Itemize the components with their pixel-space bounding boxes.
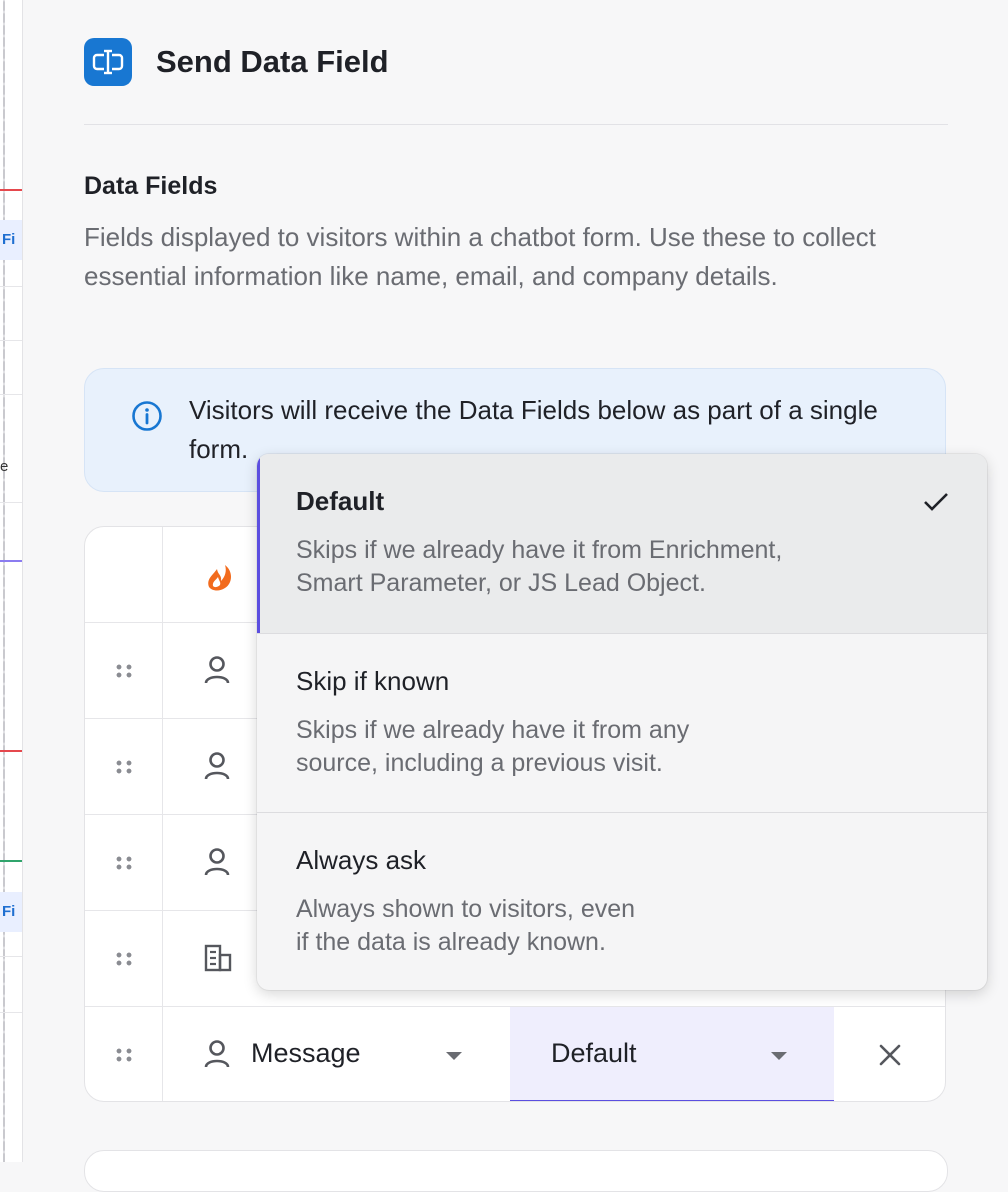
ask-mode-select[interactable]: Default	[510, 1007, 834, 1101]
option-description: Skips if we already have it from any	[296, 716, 690, 744]
next-section-card	[84, 1150, 948, 1192]
person-icon	[204, 656, 230, 684]
drag-handle-icon[interactable]	[114, 759, 134, 775]
option-always-ask[interactable]: Always ask Always shown to visitors, eve…	[257, 813, 987, 990]
canvas-green-connector	[0, 860, 22, 862]
option-title: Always ask	[296, 845, 427, 875]
option-title: Default	[296, 486, 385, 516]
drag-handle-icon[interactable]	[114, 855, 134, 871]
panel-header: Send Data Field	[84, 38, 389, 86]
option-title: Skip if known	[296, 666, 450, 696]
canvas-cell-line	[0, 502, 22, 503]
flame-logo-icon	[208, 565, 231, 591]
canvas-red-connector	[0, 750, 22, 752]
canvas-purple-connector	[0, 560, 22, 562]
column-divider	[162, 815, 163, 911]
option-default[interactable]: Default Skips if we already have it from…	[257, 454, 987, 633]
canvas-cell-line	[0, 956, 22, 957]
column-divider	[162, 1007, 163, 1101]
column-divider	[162, 527, 163, 623]
canvas-node-chip: Fi	[0, 220, 22, 260]
background-canvas: Fi e Fi	[0, 0, 23, 1162]
ask-mode-dropdown: Default Skips if we already have it from…	[257, 454, 987, 990]
option-description: Smart Parameter, or JS Lead Object.	[296, 569, 706, 597]
remove-field-button[interactable]	[878, 1043, 902, 1067]
column-divider	[162, 911, 163, 1007]
option-description: if the data is already known.	[296, 928, 606, 956]
column-divider	[162, 719, 163, 815]
info-icon	[132, 401, 162, 431]
drag-handle-icon[interactable]	[114, 1047, 134, 1063]
person-icon	[204, 752, 230, 780]
header-divider	[84, 124, 948, 125]
table-row: Message Default	[85, 1006, 945, 1101]
canvas-cell-line	[0, 394, 22, 395]
canvas-red-connector	[0, 189, 22, 191]
canvas-cell-line	[0, 340, 22, 341]
input-field-icon	[84, 38, 132, 86]
column-divider	[162, 623, 163, 719]
drag-handle-icon[interactable]	[114, 951, 134, 967]
canvas-cell-line	[0, 1012, 22, 1013]
canvas-dotted-guide	[3, 0, 5, 1162]
ask-mode-value: Default	[551, 1038, 637, 1068]
canvas-node-letter: e	[0, 458, 9, 475]
option-description: source, including a previous visit.	[296, 749, 663, 777]
building-icon	[204, 944, 232, 972]
field-select[interactable]: Message	[251, 1038, 361, 1069]
caret-down-icon	[771, 1052, 787, 1060]
drag-handle-icon[interactable]	[114, 663, 134, 679]
canvas-cell-line	[0, 286, 22, 287]
checkmark-icon	[924, 493, 948, 511]
section-description: Fields displayed to visitors within a ch…	[84, 222, 876, 291]
option-skip-if-known[interactable]: Skip if known Skips if we already have i…	[257, 634, 987, 812]
person-icon	[204, 1040, 230, 1068]
canvas-node-chip: Fi	[0, 892, 22, 932]
option-description: Always shown to visitors, even	[296, 895, 636, 923]
person-icon	[204, 848, 230, 876]
caret-down-icon[interactable]	[445, 1051, 463, 1061]
section-title: Data Fields	[84, 172, 218, 200]
page-title: Send Data Field	[156, 44, 389, 79]
option-description: Skips if we already have it from Enrichm…	[296, 536, 783, 564]
